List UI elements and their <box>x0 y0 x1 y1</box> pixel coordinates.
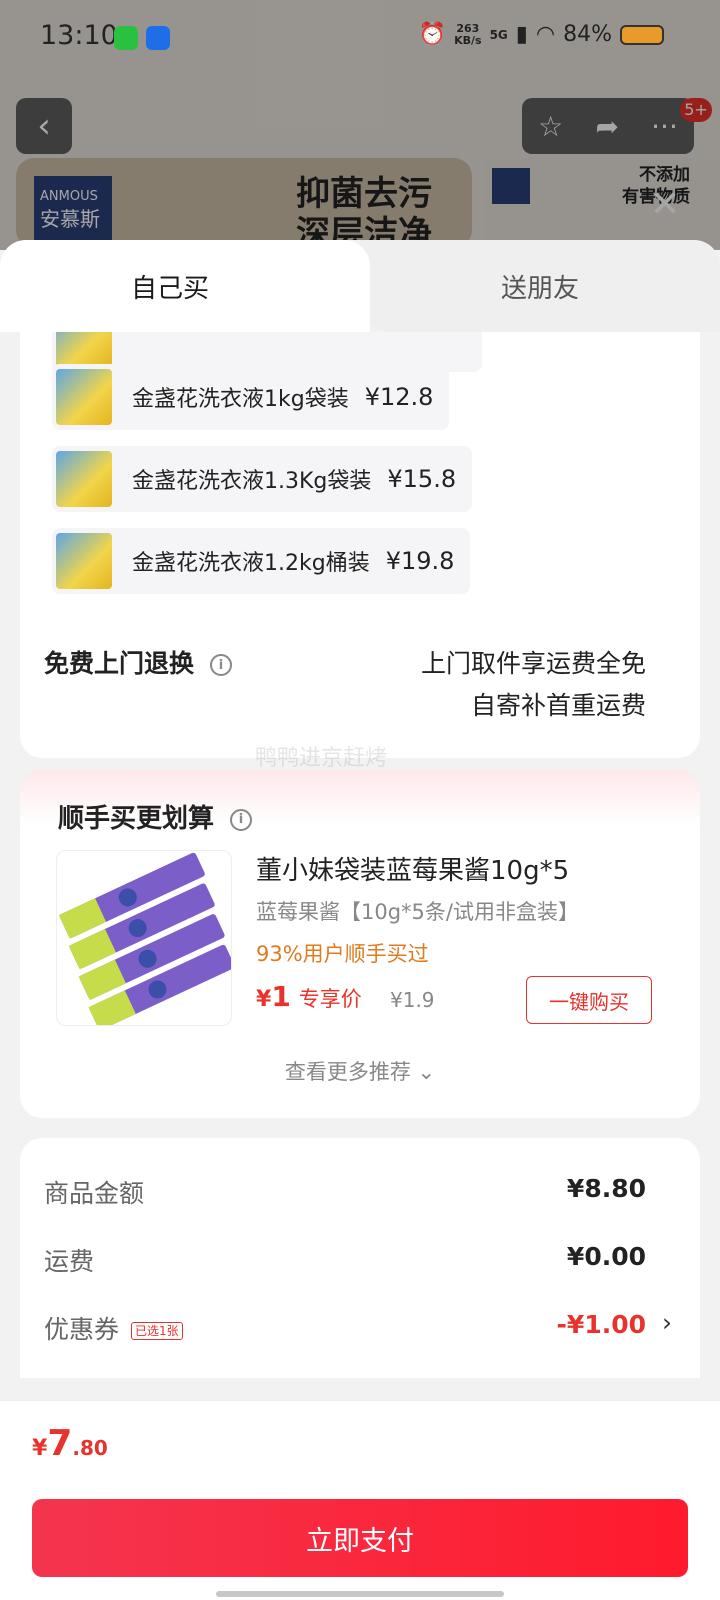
signal-icon: ▮ <box>515 22 528 47</box>
status-time: 13:10 <box>40 20 118 51</box>
wechat-icon <box>114 26 138 50</box>
home-indicator[interactable] <box>216 1591 504 1597</box>
watermark: 鸭鸭进京赶烤 <box>255 746 388 771</box>
recommend-price: ¥1 专享价 <box>256 980 362 1013</box>
total-price: ¥7.80 <box>32 1423 108 1464</box>
jam-packets-image <box>58 852 231 1025</box>
tab-buy-self[interactable]: 自己买 <box>0 240 370 332</box>
app-icon <box>146 26 170 50</box>
pay-now-button[interactable]: 立即支付 <box>32 1499 688 1577</box>
recommend-title-label: 顺手买更划算 <box>58 804 215 834</box>
more-recommendations-link[interactable]: 查看更多推荐 ⌄ <box>20 1056 700 1086</box>
recommend-original-price: ¥1.9 <box>390 988 435 1012</box>
goods-amount-label: 商品金额 <box>44 1179 145 1208</box>
checkout-footer: ¥7.80 立即支付 <box>0 1400 720 1600</box>
recommend-product-image[interactable] <box>56 850 232 1026</box>
price-tag: 专享价 <box>298 987 362 1011</box>
info-icon[interactable]: i <box>210 654 233 676</box>
gift-price: ¥12.8 <box>364 383 434 411</box>
free-return-label: 免费上门退换 <box>44 649 195 678</box>
chevron-right-icon[interactable]: › <box>662 1308 672 1337</box>
tab-gift-friend[interactable]: 送朋友 <box>360 240 720 332</box>
total-integer: 7 <box>47 1423 73 1464</box>
gift-price: ¥19.8 <box>385 547 455 575</box>
gift-item[interactable]: 金盏花洗衣液1.2kg桶装 ¥19.8 <box>52 528 471 594</box>
coupon-label: 优惠券 <box>44 1315 120 1344</box>
chevron-down-icon: ⌄ <box>417 1060 436 1084</box>
gift-item[interactable]: 金盏花洗衣液1kg袋装 ¥12.8 <box>52 364 450 430</box>
recommend-title: 顺手买更划算 i <box>58 798 253 835</box>
return-self-send-text: 自寄补首重运费 <box>470 691 646 720</box>
goods-amount-value: ¥8.80 <box>566 1174 646 1203</box>
gift-thumb <box>56 332 112 367</box>
gift-price: ¥15.8 <box>387 465 457 493</box>
gift-thumb <box>56 533 112 589</box>
gift-item[interactable]: 金盏花洗衣液1.3Kg袋装 ¥15.8 <box>52 446 473 512</box>
checkout-sheet: 送朋友 自己买 金盏花洗衣液1kg袋装 ¥12.8 金盏花洗衣液1.3Kg袋装 … <box>0 240 720 1600</box>
gift-name: 金盏花洗衣液1.2kg桶装 <box>132 551 370 576</box>
shipping-label: 运费 <box>44 1247 95 1276</box>
battery-icon <box>620 24 664 45</box>
gift-card: 金盏花洗衣液1kg袋装 ¥12.8 金盏花洗衣液1.3Kg袋装 ¥15.8 金盏… <box>20 332 700 758</box>
net-speed-value: 263 <box>456 21 480 35</box>
one-click-buy-button[interactable]: 一键购买 <box>526 976 652 1024</box>
recommend-product-name[interactable]: 董小妹袋装蓝莓果酱10g*5 <box>256 850 569 887</box>
free-return-title: 免费上门退换 i <box>44 644 233 680</box>
info-icon[interactable]: i <box>230 808 253 831</box>
gift-name: 金盏花洗衣液1kg袋装 <box>132 387 349 412</box>
wifi-icon: ◠ <box>535 22 556 47</box>
total-decimal: .80 <box>72 1436 108 1460</box>
coupon-value[interactable]: -¥1.00 <box>557 1310 646 1339</box>
net-speed-unit: KB/s <box>454 33 482 47</box>
gift-thumb <box>56 451 112 507</box>
purchase-tabs: 送朋友 自己买 <box>0 240 720 332</box>
recommend-bought-rate: 93%用户顺手买过 <box>256 942 429 966</box>
recommend-product-spec: 蓝莓果酱【10g*5条/试用非盒装】 <box>256 900 579 924</box>
coupon-row[interactable]: 优惠券 已选1张 <box>44 1310 183 1346</box>
status-bar: 13:10 ⏰ 263 KB/s 5G ▮ ◠ 84% <box>0 0 720 80</box>
status-right: ⏰ 263 KB/s 5G ▮ ◠ 84% <box>419 22 664 47</box>
recommend-card: 顺手买更划算 i 董小妹袋装蓝莓果酱10g*5 蓝莓果酱【10g*5条/试用非盒… <box>20 770 700 1118</box>
network-type: 5G <box>489 27 508 42</box>
return-pickup-text: 上门取件享运费全免 <box>420 649 646 678</box>
price-value: 1 <box>271 980 291 1013</box>
battery-percent: 84% <box>563 22 612 47</box>
currency-symbol: ¥ <box>256 987 272 1012</box>
alarm-icon: ⏰ <box>418 22 447 47</box>
shipping-value: ¥0.00 <box>566 1242 646 1271</box>
more-recommendations-label: 查看更多推荐 <box>284 1060 411 1084</box>
gift-thumb <box>56 369 112 425</box>
net-speed: 263 KB/s <box>454 21 482 47</box>
gift-name: 金盏花洗衣液1.3Kg袋装 <box>132 469 372 494</box>
total-currency: ¥ <box>32 1436 48 1461</box>
price-summary-card: 商品金额 ¥8.80 运费 ¥0.00 优惠券 已选1张 -¥1.00 › <box>20 1138 700 1378</box>
coupon-selected-badge: 已选1张 <box>131 1322 183 1340</box>
